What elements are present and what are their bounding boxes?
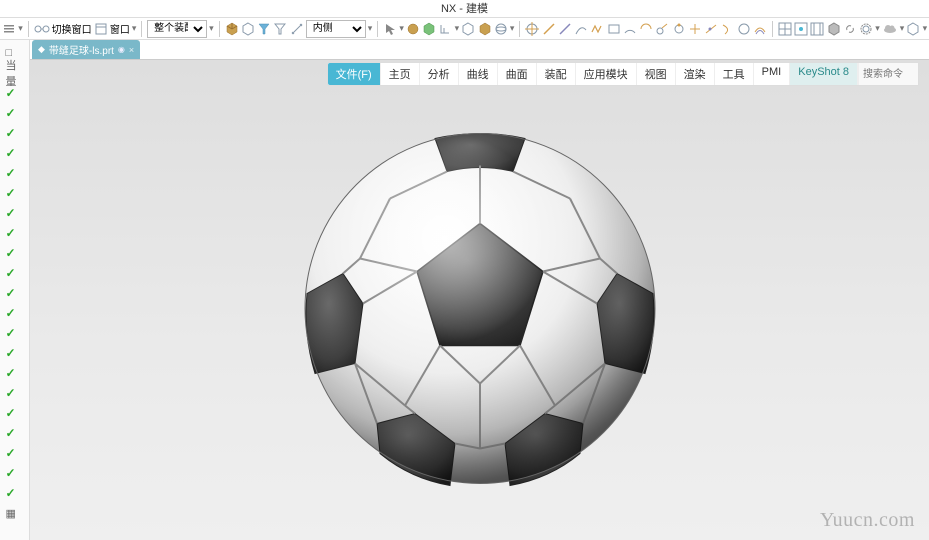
grid2-icon[interactable] [794, 20, 808, 38]
switch-window-label: 切换窗口 [52, 21, 92, 36]
gear-icon[interactable] [859, 20, 873, 38]
filter-icon[interactable] [257, 20, 271, 38]
box-green-icon[interactable] [422, 20, 436, 38]
tangent-icon[interactable] [655, 20, 669, 38]
cube-shaded-icon[interactable] [224, 20, 238, 38]
feature-item[interactable]: ✓ [2, 124, 28, 142]
point-line-icon[interactable] [704, 20, 718, 38]
ribbon-tab-bar: 文件(F) 主页 分析 曲线 曲面 装配 应用模块 视图 渲染 工具 PMI K… [327, 62, 919, 86]
zigzag-icon[interactable] [590, 20, 604, 38]
ribbon-tab-curve[interactable]: 曲线 [459, 63, 498, 85]
sphere-icon[interactable] [406, 20, 420, 38]
feature-item[interactable]: ✓ [2, 84, 28, 102]
separator [141, 21, 142, 37]
feature-item[interactable]: ✓ [2, 464, 28, 482]
ribbon-tab-pmi[interactable]: PMI [754, 63, 791, 85]
main-toolbar: ▾ 切换窗口 窗口 ▾ 整个装配 ▾ 内侧 ▾ ▾ ▾ ▾ ▾ [0, 18, 929, 40]
iso-cube2-icon[interactable] [477, 20, 491, 38]
part-icon: ◆ [38, 44, 45, 55]
viewport-3d[interactable]: Yuucn.com [30, 60, 929, 540]
document-tab-label: 带缝足球-ls.prt [49, 42, 114, 57]
menu-icon[interactable] [2, 20, 16, 38]
feature-item[interactable]: ✓ [2, 384, 28, 402]
arc-icon[interactable] [623, 20, 637, 38]
ribbon-tab-view[interactable]: 视图 [637, 63, 676, 85]
ribbon-tab-application[interactable]: 应用模块 [576, 63, 637, 85]
offset-icon[interactable] [753, 20, 767, 38]
document-tab-bar: ◆ 带缝足球-ls.prt ◉ × [30, 40, 929, 60]
feature-item[interactable]: ✓ [2, 364, 28, 382]
feature-item[interactable]: ✓ [2, 224, 28, 242]
cursor-icon[interactable] [383, 20, 397, 38]
ribbon-tab-surface[interactable]: 曲面 [498, 63, 537, 85]
separator [772, 21, 773, 37]
grid3-icon[interactable] [810, 20, 824, 38]
feature-item[interactable]: ✓ [2, 144, 28, 162]
ribbon-tab-tools[interactable]: 工具 [715, 63, 754, 85]
assembly-dropdown[interactable]: 整个装配 [147, 20, 207, 38]
corner-icon[interactable] [438, 20, 452, 38]
circle-pt-icon[interactable] [671, 20, 685, 38]
cloud-icon[interactable] [882, 20, 898, 38]
feature-item[interactable]: ✓ [2, 264, 28, 282]
feature-item[interactable]: ✓ [2, 164, 28, 182]
link-icon[interactable] [843, 20, 857, 38]
separator [519, 21, 520, 37]
window-titlebar: NX - 建模 [0, 0, 929, 18]
interior-dropdown[interactable]: 内侧 [306, 20, 366, 38]
command-search-input[interactable] [858, 63, 918, 85]
measure-icon[interactable] [289, 20, 303, 38]
watermark-text: Yuucn.com [820, 509, 915, 532]
ribbon-tab-analysis[interactable]: 分析 [420, 63, 459, 85]
line2-icon[interactable] [558, 20, 572, 38]
glasses-icon[interactable] [34, 20, 50, 38]
feature-item[interactable]: ✓ [2, 284, 28, 302]
ribbon-tab-render[interactable]: 渲染 [676, 63, 715, 85]
document-tab[interactable]: ◆ 带缝足球-ls.prt ◉ × [32, 40, 140, 59]
feature-item[interactable]: ✓ [2, 324, 28, 342]
ribbon-tab-assembly[interactable]: 装配 [537, 63, 576, 85]
rect-icon[interactable] [606, 20, 620, 38]
ribbon-tab-home[interactable]: 主页 [381, 63, 420, 85]
pin-icon[interactable]: ◉ [118, 45, 125, 54]
grid1-icon[interactable] [778, 20, 792, 38]
curve-icon[interactable] [574, 20, 588, 38]
separator [28, 21, 29, 37]
arc3-icon[interactable] [720, 20, 734, 38]
left-feature-panel: □ 当 量 ✓ ✓ ✓ ✓ ✓ ✓ ✓ ✓ ✓ ✓ ✓ ✓ ✓ ✓ ✓ ✓ ✓ … [0, 40, 30, 540]
cube-gray-icon[interactable] [827, 20, 841, 38]
line-icon[interactable] [541, 20, 555, 38]
feature-item[interactable]: ✓ [2, 484, 28, 502]
feature-item[interactable]: ✓ [2, 104, 28, 122]
feature-item[interactable]: ✓ [2, 404, 28, 422]
panel-bottom-icon[interactable]: ▦ [2, 504, 28, 522]
feature-item[interactable]: ✓ [2, 304, 28, 322]
window-title: NX - 建模 [441, 3, 488, 15]
ribbon-tab-file[interactable]: 文件(F) [328, 63, 381, 85]
target-icon[interactable] [525, 20, 539, 38]
circle-icon[interactable] [736, 20, 750, 38]
close-tab-icon[interactable]: × [129, 45, 134, 55]
feature-item[interactable]: ✓ [2, 424, 28, 442]
arc2-icon[interactable] [639, 20, 653, 38]
separator [377, 21, 378, 37]
iso-cube-icon[interactable] [461, 20, 475, 38]
feature-item[interactable]: ✓ [2, 444, 28, 462]
cube-wire-icon[interactable] [241, 20, 255, 38]
filter2-icon[interactable] [273, 20, 287, 38]
globe-icon[interactable] [494, 20, 508, 38]
feature-item[interactable]: ✓ [2, 344, 28, 362]
ribbon-tab-keyshot[interactable]: KeyShot 8 [790, 63, 858, 85]
separator [219, 21, 220, 37]
feature-item[interactable]: ✓ [2, 244, 28, 262]
rendered-model [295, 123, 665, 496]
window-icon[interactable] [94, 20, 108, 38]
feature-item[interactable]: ✓ [2, 184, 28, 202]
panel-header-icon[interactable]: 当 量 [2, 64, 28, 82]
feature-item[interactable]: ✓ [2, 204, 28, 222]
window-label: 窗口 [110, 21, 130, 36]
cross-icon[interactable] [688, 20, 702, 38]
cube-x-icon[interactable] [906, 20, 920, 38]
